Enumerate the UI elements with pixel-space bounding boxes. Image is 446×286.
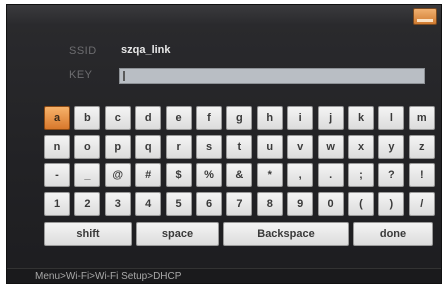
key-2-1[interactable]: n [44, 134, 70, 159]
top-bar [7, 5, 441, 25]
key-1-1[interactable]: a [44, 106, 70, 130]
key-2-7[interactable]: t [226, 134, 253, 159]
key-1-2[interactable]: b [74, 106, 101, 130]
key-2-3[interactable]: p [104, 134, 131, 159]
key-2-12[interactable]: y [378, 134, 405, 159]
key-3-8[interactable]: * [256, 163, 283, 187]
key-2-9[interactable]: v [287, 134, 314, 159]
key-2-5[interactable]: r [165, 134, 192, 159]
key-label: KEY [69, 69, 93, 81]
key-3-11[interactable]: ; [348, 163, 374, 187]
key-4-13[interactable]: / [408, 191, 435, 216]
key-1-13[interactable]: m [408, 106, 435, 130]
key-1-10[interactable]: j [317, 106, 344, 130]
key-4-12[interactable]: ) [378, 191, 405, 216]
key-1-4[interactable]: d [135, 106, 162, 130]
backspace-key[interactable]: Backspace [223, 222, 349, 246]
key-4-7[interactable]: 7 [226, 191, 253, 216]
key-4-5[interactable]: 5 [165, 191, 192, 216]
ssid-label: SSID [69, 45, 97, 57]
key-2-4[interactable]: q [135, 134, 162, 159]
key-2-2[interactable]: o [74, 134, 101, 159]
key-3-13[interactable]: ! [408, 163, 435, 187]
key-4-2[interactable]: 2 [74, 191, 101, 216]
key-4-11[interactable]: ( [348, 191, 374, 216]
key-2-13[interactable]: z [408, 134, 435, 159]
key-3-2[interactable]: _ [74, 163, 101, 187]
breadcrumb: Menu>Wi-Fi>Wi-Fi Setup>DHCP [35, 271, 182, 282]
key-3-4[interactable]: # [135, 163, 162, 187]
key-1-12[interactable]: l [378, 106, 405, 130]
key-input[interactable] [119, 68, 425, 84]
key-1-9[interactable]: i [287, 106, 314, 130]
key-2-8[interactable]: u [256, 134, 283, 159]
key-4-4[interactable]: 4 [135, 191, 162, 216]
key-3-7[interactable]: & [226, 163, 253, 187]
key-3-12[interactable]: ? [378, 163, 405, 187]
key-3-9[interactable]: , [287, 163, 314, 187]
key-1-5[interactable]: e [165, 106, 192, 130]
key-3-10[interactable]: . [317, 163, 344, 187]
key-1-11[interactable]: k [348, 106, 374, 130]
done-key[interactable]: done [353, 222, 433, 246]
key-1-8[interactable]: h [256, 106, 283, 130]
key-2-10[interactable]: w [317, 134, 344, 159]
key-4-8[interactable]: 8 [256, 191, 283, 216]
key-1-6[interactable]: f [196, 106, 222, 130]
key-4-6[interactable]: 6 [196, 191, 222, 216]
ssid-value: szqa_link [121, 44, 171, 56]
key-4-3[interactable]: 3 [104, 191, 131, 216]
space-key[interactable]: space [136, 222, 219, 246]
key-1-3[interactable]: c [104, 106, 131, 130]
text-caret [123, 71, 125, 81]
key-3-5[interactable]: $ [165, 163, 192, 187]
key-2-11[interactable]: x [348, 134, 374, 159]
key-4-1[interactable]: 1 [44, 191, 70, 216]
device-screen: SSID szqa_link KEY abcdefghijklm nopqrstu… [6, 4, 442, 284]
key-3-3[interactable]: @ [104, 163, 131, 187]
status-bar: Menu>Wi-Fi>Wi-Fi Setup>DHCP [7, 268, 441, 283]
shift-key[interactable]: shift [44, 222, 132, 246]
key-3-6[interactable]: % [196, 163, 222, 187]
menu-icon[interactable] [413, 8, 437, 25]
key-4-9[interactable]: 9 [287, 191, 314, 216]
key-2-6[interactable]: s [196, 134, 222, 159]
key-3-1[interactable]: - [44, 163, 70, 187]
key-4-10[interactable]: 0 [317, 191, 344, 216]
key-1-7[interactable]: g [226, 106, 253, 130]
